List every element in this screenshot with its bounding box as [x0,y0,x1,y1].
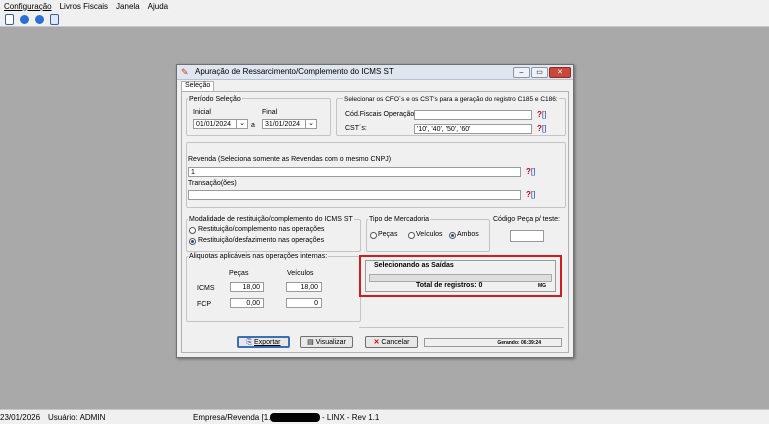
periodo-legend: Período Seleção [188,96,242,103]
a-label: a [251,122,255,129]
inicial-date-field[interactable]: 01/01/2024 ⌄ [193,119,248,129]
radio-restituicao-complemento[interactable] [189,227,196,234]
status-bar: 23/01/2026 Usuário: ADMIN Empresa/Revend… [0,409,769,424]
final-label: Final [262,109,278,116]
radio-restituicao-desfazimento[interactable] [189,238,196,245]
revenda-label: Revenda (Seleciona somente as Revendas c… [188,156,392,163]
info-icon[interactable] [35,14,44,24]
status-linx: - LINX - Rev 1.1 [322,413,380,422]
gerando-status: Gerando: 06:39:24 [424,338,562,347]
final-date-value: 31/01/2024 [265,121,301,128]
radio-ambos[interactable] [449,232,456,239]
menu-livros-fiscais[interactable]: Livros Fiscais [60,2,108,11]
aliquotas-legend: Aliquotas aplicáveis nas operações inter… [188,253,329,260]
progress-bar [369,274,552,282]
play-icon[interactable] [20,14,29,24]
copy-icon[interactable] [50,13,59,25]
help-cod-button[interactable]: ?[] [537,110,546,119]
export-icon: ⎘ [246,339,253,346]
menu-bar: Configuração Livros Fiscais Janela Ajuda [0,0,769,12]
modalidade-legend: Modalidade de restituição/complemento do… [188,216,354,223]
codigo-peca-label: Código Peça p/ teste: [493,216,560,223]
row-icms-label: ICMS [197,285,215,292]
state-badge: MG [538,283,547,289]
status-date: 23/01/2026 [0,413,41,422]
help-revenda-button[interactable]: ?[] [526,167,535,176]
redacted-block [270,413,320,422]
exportar-label: Exportar [254,339,281,346]
fcp-pecas-input[interactable]: 0,00 [230,298,264,308]
apuracao-dialog: ✎ Apuração de Ressarcimento/Complemento … [176,64,574,358]
modalidade-group [186,219,361,252]
close-button[interactable]: ✕ [549,67,571,78]
tipo-mercadoria-legend: Tipo de Mercadoria [368,216,431,223]
inicial-label: Inicial [193,109,211,116]
restore-button[interactable]: ▭ [531,67,548,78]
status-empresa: Empresa/Revenda [1.1] - [193,413,282,422]
final-date-field[interactable]: 31/01/2024 ⌄ [262,119,317,129]
transacao-input[interactable] [188,190,521,200]
radio-pecas[interactable] [370,232,377,239]
bottom-frame [359,327,564,328]
progress-title: Selecionando as Saídas [374,262,454,269]
revenda-input[interactable]: 1 [188,167,521,177]
menu-janela[interactable]: Janela [116,2,140,11]
icms-veiculos-input[interactable]: 18,00 [286,282,322,292]
chevron-down-icon[interactable]: ⌄ [236,120,247,128]
dialog-title: Apuração de Ressarcimento/Complemento do… [195,67,394,76]
menu-configuracao[interactable]: Configuração [4,2,52,11]
chevron-down-icon[interactable]: ⌄ [305,120,316,128]
cancelar-button[interactable]: ✕ Cancelar [365,336,418,348]
cod-fiscais-label: Cód.Fiscais Operação: [345,111,417,118]
cst-input[interactable]: '10', '40', '50', '60' [414,124,532,134]
cancelar-label: Cancelar [381,339,410,346]
fcp-veiculos-input[interactable]: 0 [286,298,322,308]
inicial-date-value: 01/01/2024 [196,121,232,128]
visualizar-button[interactable]: ▤ Visualizar [300,336,353,348]
cancel-icon: ✕ [373,339,380,346]
col-veiculos-label: Veículos [287,270,314,277]
cst-label: CST´s: [345,125,367,132]
transacao-label: Transação(ões) [188,180,237,187]
minimize-button[interactable]: ‒ [513,67,530,78]
app-icon: ✎ [181,67,189,77]
toolbar [0,12,769,27]
progress-box: Selecionando as Saídas Total de registro… [359,255,562,297]
icms-pecas-input[interactable]: 18,00 [230,282,264,292]
radio-veiculos[interactable] [408,232,415,239]
pecas-label: Peças [378,231,398,238]
document-icon[interactable] [5,13,14,25]
codigo-peca-input[interactable] [510,230,544,242]
help-transacao-button[interactable]: ?[] [526,190,535,199]
row-fcp-label: FCP [197,301,211,308]
restituicao-complemento-label: Restituição/complemento nas operações [198,226,325,233]
dialog-titlebar: ✎ Apuração de Ressarcimento/Complemento … [177,65,573,80]
col-pecas-label: Peças [229,270,249,277]
periodo-group [186,98,331,136]
veiculos-label: Veículos [416,231,443,238]
visualizar-label: Visualizar [315,339,346,346]
menu-ajuda[interactable]: Ajuda [148,2,168,11]
cod-fiscais-input[interactable] [414,110,532,120]
total-registros-label: Total de registros: 0 [416,282,483,289]
progress-inner: Selecionando as Saídas Total de registro… [365,260,556,292]
selecao-panel: Período Seleção Inicial 01/01/2024 ⌄ a F… [181,91,569,353]
cfop-legend: Selecionar os CFO´s e os CST's para a ge… [343,96,559,103]
help-cst-button[interactable]: ?[] [537,124,546,133]
status-user: Usuário: ADMIN [48,413,106,422]
ambos-label: Ambos [457,231,479,238]
exportar-button[interactable]: ⎘ Exportar [237,336,290,348]
restituicao-desfazimento-label: Restituição/desfazimento nas operações [198,237,325,244]
view-icon: ▤ [307,339,314,346]
gerando-label: Gerando: 06:39:24 [497,340,541,346]
